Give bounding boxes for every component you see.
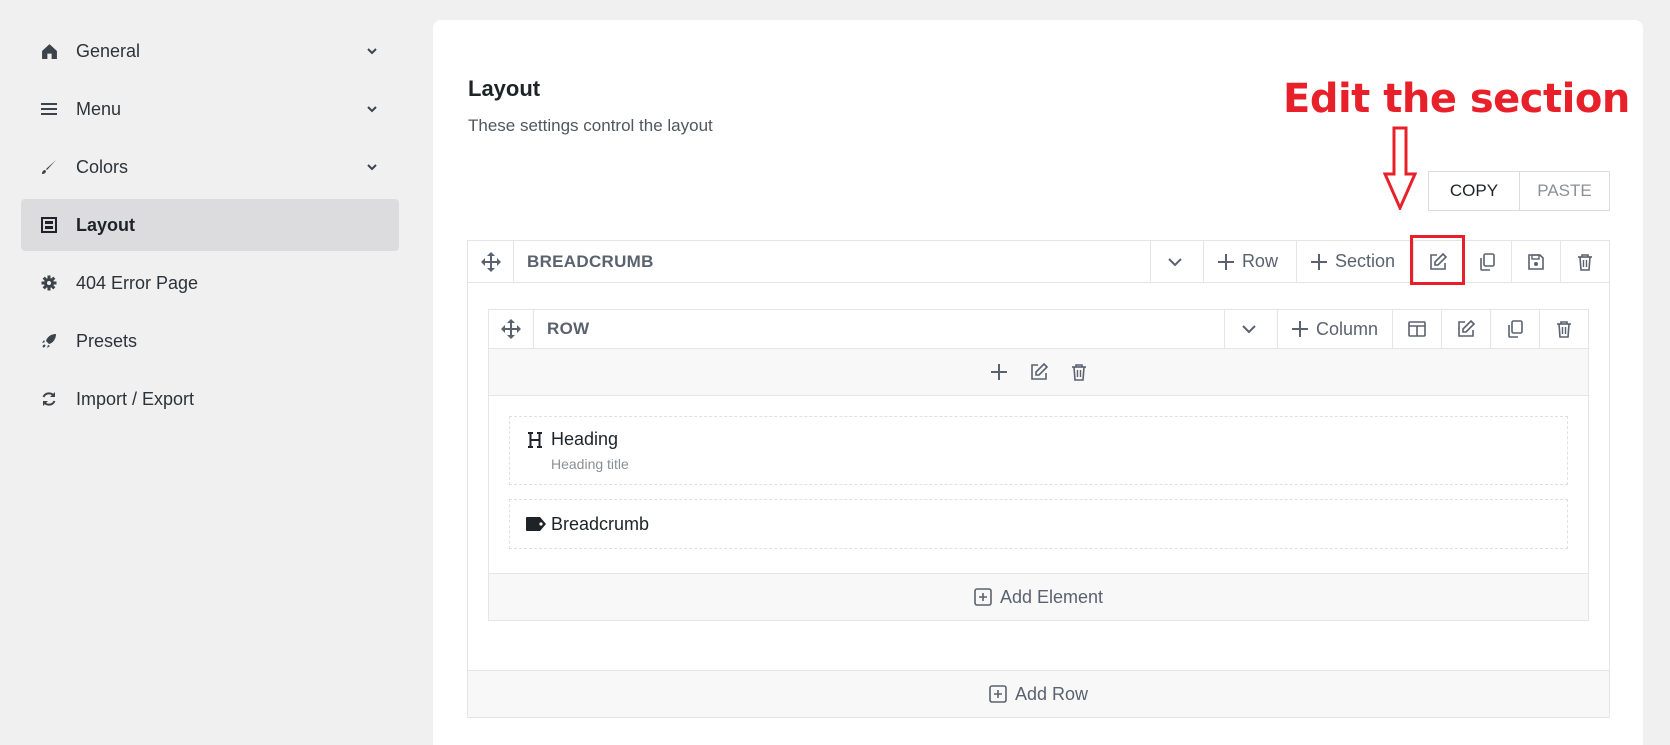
page-description: These settings control the layout [468,116,713,135]
sidebar-item-label: 404 Error Page [76,272,199,293]
rocket-icon [40,332,58,350]
gear-icon [40,274,58,292]
sidebar-item-import-export[interactable]: Import / Export [21,373,399,425]
row-block: ROW Column Heading Heading title Breadcr… [488,309,1589,621]
edit-section-button[interactable] [1413,241,1462,282]
edit-icon [1428,252,1448,272]
sidebar-item-colors[interactable]: Colors [21,141,399,193]
element-subtitle: Heading title [551,456,629,472]
columns-icon [1407,319,1427,339]
add-element-label: Add Element [999,586,1104,607]
move-icon[interactable] [489,310,534,348]
edit-column-icon[interactable] [1028,361,1050,383]
plus-square-icon [989,685,1007,703]
element-list: Heading Heading title Breadcrumb [489,396,1588,572]
duplicate-section-button[interactable] [1462,241,1511,282]
element-name: Breadcrumb [551,513,650,534]
tag-icon [526,513,546,535]
row-header: ROW Column [489,310,1588,349]
element-breadcrumb[interactable]: Breadcrumb [509,499,1568,549]
add-section-label: Section [1334,251,1395,271]
add-row-button[interactable]: Add Row [468,670,1609,717]
annotation-text: Edit the section [1283,76,1630,122]
refresh-icon [40,390,58,408]
delete-column-icon[interactable] [1068,361,1090,383]
delete-row-button[interactable] [1539,310,1588,348]
element-name: Heading [551,429,619,449]
chevron-down-icon [1240,320,1258,338]
add-row-header-button[interactable]: Row [1202,241,1292,282]
section-block: BREADCRUMB Row Section ROW Column Headin… [467,240,1610,718]
add-column-element-icon[interactable] [988,361,1010,383]
copy-paste-group: COPY PASTE [1428,171,1610,211]
annotation-arrow-icon [1383,126,1417,210]
paste-button[interactable]: PASTE [1519,172,1609,210]
row-collapse-button[interactable] [1223,310,1273,348]
chevron-down-icon [1166,253,1184,271]
chevron-down-icon [365,102,379,116]
sidebar-item-label: General [76,40,141,61]
sidebar-item-404-error-page[interactable]: 404 Error Page [21,257,399,309]
sidebar-item-layout[interactable]: Layout [21,199,399,251]
copy-button[interactable]: COPY [1429,172,1519,210]
save-section-button[interactable] [1511,241,1560,282]
add-row-label: Row [1241,251,1278,271]
sidebar-item-label: Presets [76,330,138,351]
add-section-button[interactable]: Section [1295,241,1409,282]
trash-icon [1554,319,1574,339]
menu-icon [40,100,58,118]
chevron-down-icon [365,44,379,58]
add-row-label: Add Row [1014,683,1089,704]
section-collapse-button[interactable] [1149,241,1199,282]
plus-icon [1291,321,1308,337]
section-title: BREADCRUMB [527,251,654,271]
sidebar-item-label: Import / Export [76,388,195,409]
sidebar-item-label: Colors [76,156,129,177]
sidebar-item-general[interactable]: General [21,25,399,77]
add-element-button[interactable]: Add Element [489,573,1588,620]
add-column-label: Column [1315,318,1378,339]
delete-section-button[interactable] [1560,241,1609,282]
edit-icon [1456,319,1476,339]
plus-icon [1310,253,1327,270]
move-icon[interactable] [468,241,514,282]
duplicate-row-button[interactable] [1490,310,1539,348]
element-heading[interactable]: Heading Heading title [509,416,1568,485]
copy-icon [1477,252,1497,272]
brush-icon [40,158,58,176]
sidebar: General Menu Colors Layout 404 Error Pag… [21,25,399,431]
column-toolbar [489,349,1588,396]
plus-icon [1217,253,1234,270]
copy-icon [1505,319,1525,339]
sidebar-item-menu[interactable]: Menu [21,83,399,135]
sidebar-item-label: Menu [76,98,122,119]
sidebar-item-presets[interactable]: Presets [21,315,399,367]
plus-square-icon [974,588,992,606]
row-layout-button[interactable] [1392,310,1441,348]
page-title: Layout [468,76,541,101]
home-icon [40,42,58,60]
heading-icon [526,429,546,451]
add-column-button[interactable]: Column [1276,310,1392,348]
chevron-down-icon [365,160,379,174]
save-icon [1526,252,1546,272]
layout-icon [40,216,58,234]
section-header: BREADCRUMB Row Section [468,241,1609,283]
edit-row-button[interactable] [1441,310,1490,348]
trash-icon [1575,252,1595,272]
sidebar-item-label: Layout [76,214,136,235]
row-title: ROW [547,319,590,338]
